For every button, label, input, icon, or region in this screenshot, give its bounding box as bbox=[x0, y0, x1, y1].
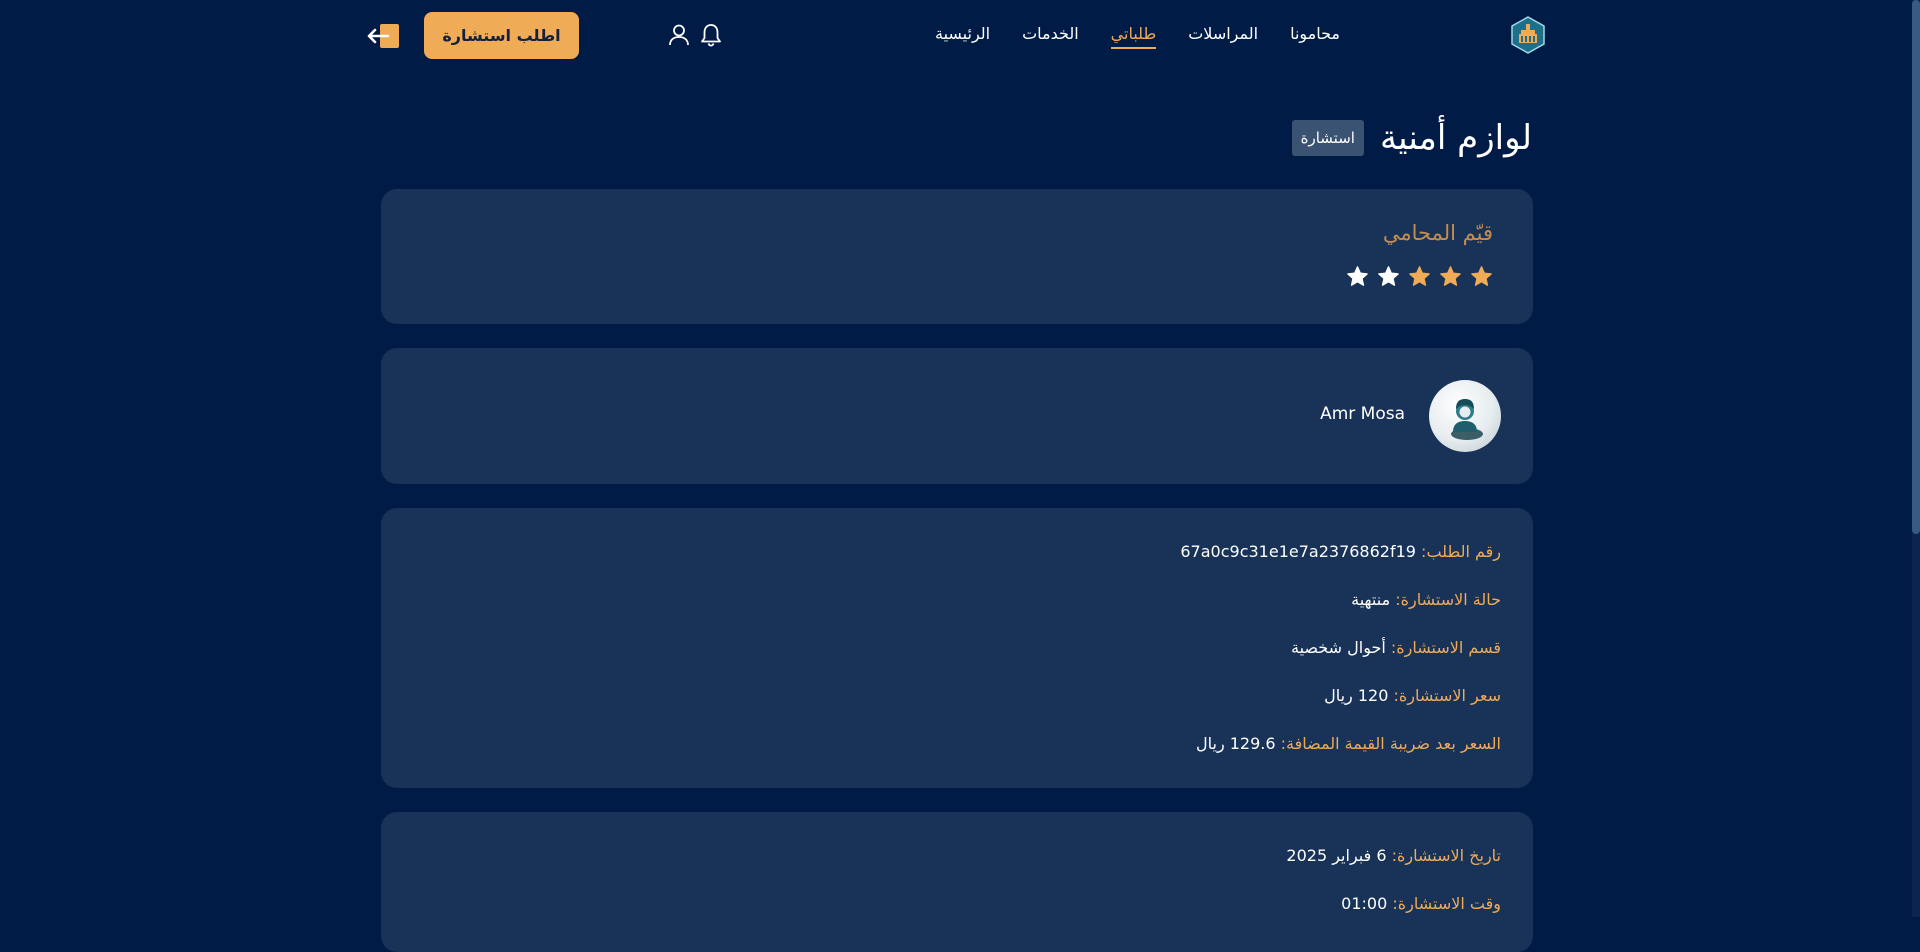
detail-label: تاريخ الاستشارة: bbox=[1391, 846, 1501, 865]
star-icon[interactable] bbox=[1346, 265, 1369, 288]
top-header: الرئيسية الخدمات طلباتي المراسلات محامون… bbox=[0, 0, 1920, 72]
user-icon bbox=[669, 24, 689, 46]
detail-value: 120 ريال bbox=[1324, 686, 1389, 705]
nav-messages[interactable]: المراسلات bbox=[1188, 24, 1258, 49]
details-card: رقم الطلب: 67a0c9c31e1e7a2376862f19 حالة… bbox=[381, 508, 1533, 788]
detail-value: 01:00 bbox=[1341, 894, 1388, 913]
detail-label: وقت الاستشارة: bbox=[1392, 894, 1501, 913]
rating-stars bbox=[1346, 265, 1493, 288]
detail-time: وقت الاستشارة: 01:00 bbox=[1286, 886, 1501, 934]
detail-status: حالة الاستشارة: منتهية bbox=[1180, 582, 1501, 630]
detail-list: رقم الطلب: 67a0c9c31e1e7a2376862f19 حالة… bbox=[1180, 534, 1501, 774]
detail-price-with-vat: السعر بعد ضريبة القيمة المضافة: 129.6 ري… bbox=[1180, 726, 1501, 774]
detail-date: تاريخ الاستشارة: 6 فبراير 2025 bbox=[1286, 838, 1501, 886]
main-nav: الرئيسية الخدمات طلباتي المراسلات محامون… bbox=[935, 24, 1340, 49]
detail-price: سعر الاستشارة: 120 ريال bbox=[1180, 678, 1501, 726]
detail-value: أحوال شخصية bbox=[1291, 638, 1386, 657]
nav-home[interactable]: الرئيسية bbox=[935, 24, 990, 49]
star-icon[interactable] bbox=[1470, 265, 1493, 288]
profile-button[interactable] bbox=[666, 22, 692, 48]
page-title: لوازم أمنية bbox=[1379, 118, 1532, 158]
nav-services[interactable]: الخدمات bbox=[1022, 24, 1079, 49]
lawyer-name[interactable]: Amr Mosa bbox=[1320, 404, 1405, 424]
request-consultation-button[interactable]: اطلب استشارة bbox=[424, 12, 579, 59]
schedule-list: تاريخ الاستشارة: 6 فبراير 2025 وقت الاست… bbox=[1286, 838, 1501, 934]
detail-label: السعر بعد ضريبة القيمة المضافة: bbox=[1280, 734, 1501, 753]
detail-value: 129.6 ريال bbox=[1195, 734, 1276, 753]
rating-card: قيّم المحامي bbox=[381, 189, 1533, 324]
rating-title: قيّم المحامي bbox=[1382, 221, 1493, 245]
bell-icon bbox=[701, 24, 721, 47]
detail-label: رقم الطلب: bbox=[1421, 542, 1501, 561]
detail-request-number: رقم الطلب: 67a0c9c31e1e7a2376862f19 bbox=[1180, 534, 1501, 582]
lawyer-card: Amr Mosa bbox=[381, 348, 1533, 484]
star-icon[interactable] bbox=[1439, 265, 1462, 288]
nav-my-requests[interactable]: طلباتي bbox=[1110, 24, 1157, 49]
detail-value: 6 فبراير 2025 bbox=[1286, 846, 1387, 865]
detail-value: 67a0c9c31e1e7a2376862f19 bbox=[1180, 542, 1416, 561]
title-row: لوازم أمنية استشارة bbox=[1291, 118, 1532, 158]
star-icon[interactable] bbox=[1408, 265, 1431, 288]
detail-label: قسم الاستشارة: bbox=[1390, 638, 1501, 657]
lawyer-avatar-icon bbox=[1451, 399, 1483, 440]
logo-icon[interactable] bbox=[1510, 16, 1546, 54]
avatar[interactable] bbox=[1429, 380, 1501, 452]
detail-label: حالة الاستشارة: bbox=[1395, 590, 1501, 609]
type-badge: استشارة bbox=[1291, 120, 1364, 156]
star-icon[interactable] bbox=[1377, 265, 1400, 288]
notifications-button[interactable] bbox=[698, 22, 724, 48]
scrollbar-thumb[interactable] bbox=[1912, 0, 1920, 534]
detail-label: سعر الاستشارة: bbox=[1393, 686, 1502, 705]
nav-our-lawyers[interactable]: محامونا bbox=[1290, 24, 1340, 49]
page-scrollbar[interactable] bbox=[1912, 0, 1920, 917]
schedule-card: تاريخ الاستشارة: 6 فبراير 2025 وقت الاست… bbox=[381, 812, 1533, 952]
detail-value: منتهية bbox=[1351, 590, 1391, 609]
logout-icon[interactable] bbox=[366, 22, 402, 50]
detail-category: قسم الاستشارة: أحوال شخصية bbox=[1180, 630, 1501, 678]
